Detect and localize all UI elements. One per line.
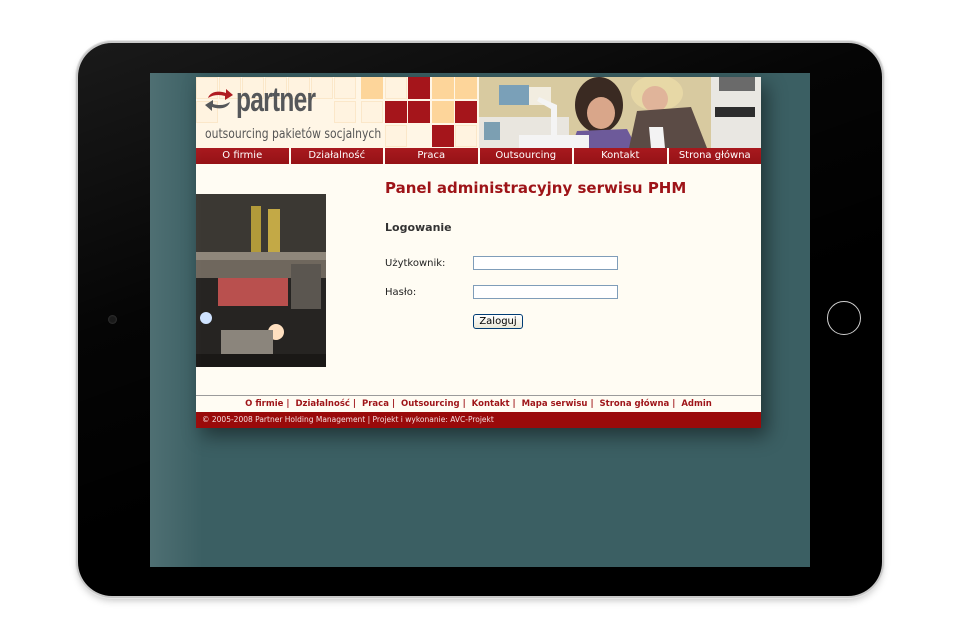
footer-link-strona-glowna[interactable]: Strona główna [600, 399, 670, 409]
footer-link-admin[interactable]: Admin [681, 399, 712, 409]
separator: | [590, 399, 594, 409]
separator: | [286, 399, 290, 409]
separator: | [512, 399, 516, 409]
footer-link-mapa-serwisu[interactable]: Mapa serwisu [522, 399, 588, 409]
header-tile-pattern: partner outsourcing pakietów socjalnych [196, 77, 479, 148]
login-heading: Logowanie [385, 221, 452, 234]
site-header: partner outsourcing pakietów socjalnych [196, 77, 761, 148]
web-page: partner outsourcing pakietów socjalnych [196, 77, 761, 428]
username-input[interactable] [473, 256, 618, 270]
separator: | [462, 399, 466, 409]
separator: | [391, 399, 396, 409]
nav-item-dzialalnosc[interactable]: Działalność [290, 148, 385, 164]
header-photo [479, 77, 761, 148]
username-label: Użytkownik: [385, 258, 446, 269]
page-title: Panel administracyjny serwisu PHM [385, 179, 687, 197]
recycle-arrows-icon [205, 89, 233, 111]
footer-nav: O firmie | Działalność | Praca | Outsourcin… [196, 399, 761, 409]
footer-link-o-firmie[interactable]: O firmie [245, 399, 283, 409]
footer-link-kontakt[interactable]: Kontakt [472, 399, 510, 409]
logo-text: partner [236, 81, 316, 119]
nav-item-outsourcing[interactable]: Outsourcing [479, 148, 574, 164]
site-tagline: outsourcing pakietów socjalnych [205, 127, 382, 142]
nav-item-kontakt[interactable]: Kontakt [574, 148, 669, 164]
separator: | [672, 399, 676, 409]
nav-item-o-firmie[interactable]: O firmie [196, 148, 291, 164]
copyright-bar: © 2005-2008 Partner Holding Management |… [196, 412, 761, 428]
camera-icon [108, 315, 117, 324]
industrial-photo [196, 194, 326, 367]
login-button[interactable]: Zaloguj [473, 314, 523, 329]
nav-item-praca[interactable]: Praca [385, 148, 480, 164]
tablet-screen: partner outsourcing pakietów socjalnych [150, 73, 810, 567]
footer-link-outsourcing[interactable]: Outsourcing [401, 399, 460, 409]
main-nav: O firmie Działalność Praca Outsourcing K… [196, 148, 761, 165]
site-logo[interactable]: partner [204, 81, 346, 119]
password-label: Hasło: [385, 287, 417, 298]
footer-divider [196, 395, 761, 396]
footer-link-dzialalnosc[interactable]: Działalność [295, 399, 349, 409]
password-input[interactable] [473, 285, 618, 299]
footer-link-praca[interactable]: Praca [362, 399, 389, 409]
separator: | [352, 399, 357, 409]
home-button[interactable] [827, 301, 861, 335]
nav-item-strona-glowna[interactable]: Strona główna [668, 148, 761, 164]
